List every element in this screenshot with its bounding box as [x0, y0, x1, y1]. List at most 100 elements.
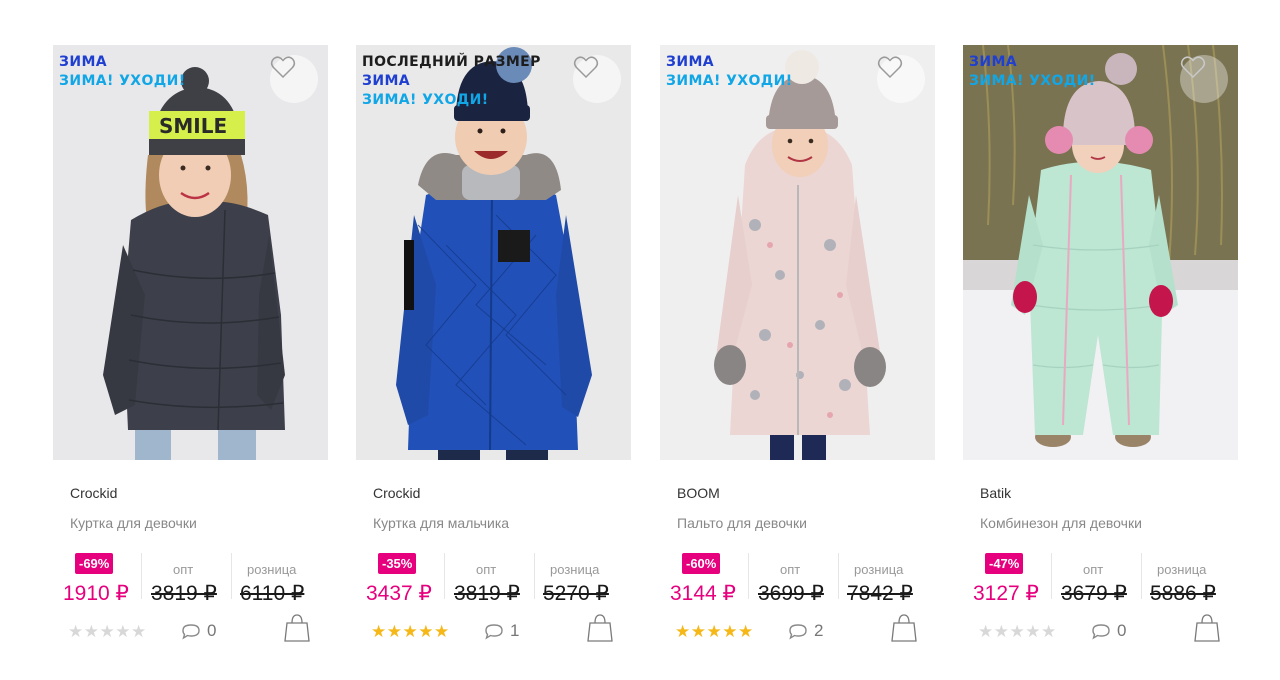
comment-count: 0 [1117, 621, 1127, 640]
wholesale-price: 3819 ₽ [454, 582, 520, 605]
comments-link[interactable]: 0 [181, 621, 216, 641]
promo-tag-winter-go-away: ЗИМА! УХОДИ! [59, 73, 186, 89]
discount-badge: -60% [682, 553, 721, 574]
heart-outline-icon [877, 56, 903, 79]
star-icon[interactable]: ★ [1010, 622, 1026, 641]
price-block: -60% 3144 ₽ опт 3699 ₽ розница 7842 ₽ [660, 551, 935, 607]
wholesale-label: опт [1083, 562, 1104, 577]
add-to-cart-button[interactable] [1193, 613, 1221, 643]
star-icon[interactable]: ★ [1025, 622, 1041, 641]
speech-bubble-icon [1092, 623, 1110, 640]
product-title[interactable]: Комбинезон для девочки [980, 515, 1142, 531]
promo-tag-winter: ЗИМА [969, 54, 1018, 70]
star-icon[interactable]: ★ [68, 622, 84, 641]
star-icon[interactable]: ★ [1041, 622, 1057, 641]
star-icon[interactable]: ★ [84, 622, 100, 641]
product-brand[interactable]: BOOM [677, 485, 720, 501]
promo-tag-winter-go-away: ЗИМА! УХОДИ! [969, 73, 1096, 89]
price-block: -47% 3127 ₽ опт 3679 ₽ розница 5886 ₽ [963, 551, 1238, 607]
star-icon[interactable]: ★ [738, 622, 754, 641]
product-brand[interactable]: Crockid [373, 485, 420, 501]
promo-tag-winter: ЗИМА [666, 54, 715, 70]
comments-link[interactable]: 2 [788, 621, 823, 641]
wholesale-label: опт [780, 562, 801, 577]
rating-stars[interactable]: ★★★★★ [978, 622, 1057, 642]
favorite-button[interactable] [1180, 55, 1228, 103]
retail-price: 5270 ₽ [543, 582, 609, 605]
promo-tag-winter-go-away: ЗИМА! УХОДИ! [362, 92, 489, 108]
add-to-cart-button[interactable] [586, 613, 614, 643]
price-divider [534, 553, 535, 599]
sale-price: 3144 ₽ [670, 582, 736, 605]
product-photo[interactable]: ЗИМА ЗИМА! УХОДИ! [660, 45, 935, 460]
price-block: -35% 3437 ₽ опт 3819 ₽ розница 5270 ₽ [356, 551, 631, 607]
add-to-cart-button[interactable] [890, 613, 918, 643]
star-icon[interactable]: ★ [707, 622, 723, 641]
heart-outline-icon [573, 56, 599, 79]
star-icon[interactable]: ★ [387, 622, 403, 641]
promo-tags: ЗИМА ЗИМА! УХОДИ! [969, 53, 1096, 91]
heart-outline-icon [1180, 56, 1206, 79]
retail-price: 7842 ₽ [847, 582, 913, 605]
promo-tag-winter-go-away: ЗИМА! УХОДИ! [666, 73, 793, 89]
star-icon[interactable]: ★ [418, 622, 434, 641]
shopping-bag-icon [1194, 614, 1220, 642]
wholesale-price: 3679 ₽ [1061, 582, 1127, 605]
comments-link[interactable]: 1 [484, 621, 519, 641]
retail-price: 5886 ₽ [1150, 582, 1216, 605]
price-divider [231, 553, 232, 599]
wholesale-price: 3819 ₽ [151, 582, 217, 605]
comment-count: 0 [207, 621, 217, 640]
product-title[interactable]: Куртка для мальчика [373, 515, 509, 531]
star-icon[interactable]: ★ [994, 622, 1010, 641]
price-divider [1141, 553, 1142, 599]
sale-price: 3127 ₽ [973, 582, 1039, 605]
heart-outline-icon [270, 56, 296, 79]
wholesale-price: 3699 ₽ [758, 582, 824, 605]
product-title[interactable]: Пальто для девочки [677, 515, 807, 531]
star-icon[interactable]: ★ [675, 622, 691, 641]
favorite-button[interactable] [573, 55, 621, 103]
rating-stars[interactable]: ★★★★★ [675, 622, 754, 642]
shopping-bag-icon [587, 614, 613, 642]
star-icon[interactable]: ★ [100, 622, 116, 641]
rating-stars[interactable]: ★★★★★ [68, 622, 147, 642]
price-divider [444, 553, 445, 599]
favorite-button[interactable] [877, 55, 925, 103]
retail-label: розница [854, 562, 904, 577]
product-image [660, 45, 935, 460]
star-icon[interactable]: ★ [131, 622, 147, 641]
rating-stars[interactable]: ★★★★★ [371, 622, 450, 642]
star-icon[interactable]: ★ [722, 622, 738, 641]
star-icon[interactable]: ★ [691, 622, 707, 641]
promo-tags: ПОСЛЕДНИЙ РАЗМЕР ЗИМА ЗИМА! УХОДИ! [362, 53, 541, 110]
discount-badge: -35% [378, 553, 417, 574]
product-photo[interactable]: ЗИМА ЗИМА! УХОДИ! [963, 45, 1238, 460]
speech-bubble-icon [789, 623, 807, 640]
product-title[interactable]: Куртка для девочки [70, 515, 197, 531]
promo-tag-winter: ЗИМА [59, 54, 108, 70]
price-block: -69% 1910 ₽ опт 3819 ₽ розница 6110 ₽ [53, 551, 328, 607]
star-icon[interactable]: ★ [115, 622, 131, 641]
speech-bubble-icon [485, 623, 503, 640]
favorite-button[interactable] [270, 55, 318, 103]
retail-label: розница [247, 562, 297, 577]
wholesale-label: опт [173, 562, 194, 577]
wholesale-label: опт [476, 562, 497, 577]
price-divider [748, 553, 749, 599]
star-icon[interactable]: ★ [434, 622, 450, 641]
retail-price: 6110 ₽ [240, 582, 305, 605]
product-photo[interactable]: ПОСЛЕДНИЙ РАЗМЕР ЗИМА ЗИМА! УХОДИ! [356, 45, 631, 460]
shopping-bag-icon [284, 614, 310, 642]
star-icon[interactable]: ★ [371, 622, 387, 641]
product-image [963, 45, 1238, 460]
add-to-cart-button[interactable] [283, 613, 311, 643]
product-brand[interactable]: Batik [980, 485, 1011, 501]
price-divider [141, 553, 142, 599]
star-icon[interactable]: ★ [403, 622, 419, 641]
product-photo[interactable]: SMILE ЗИМА ЗИМА! УХОДИ! [53, 45, 328, 460]
promo-tags: ЗИМА ЗИМА! УХОДИ! [59, 53, 186, 91]
comments-link[interactable]: 0 [1091, 621, 1126, 641]
star-icon[interactable]: ★ [978, 622, 994, 641]
product-brand[interactable]: Crockid [70, 485, 117, 501]
